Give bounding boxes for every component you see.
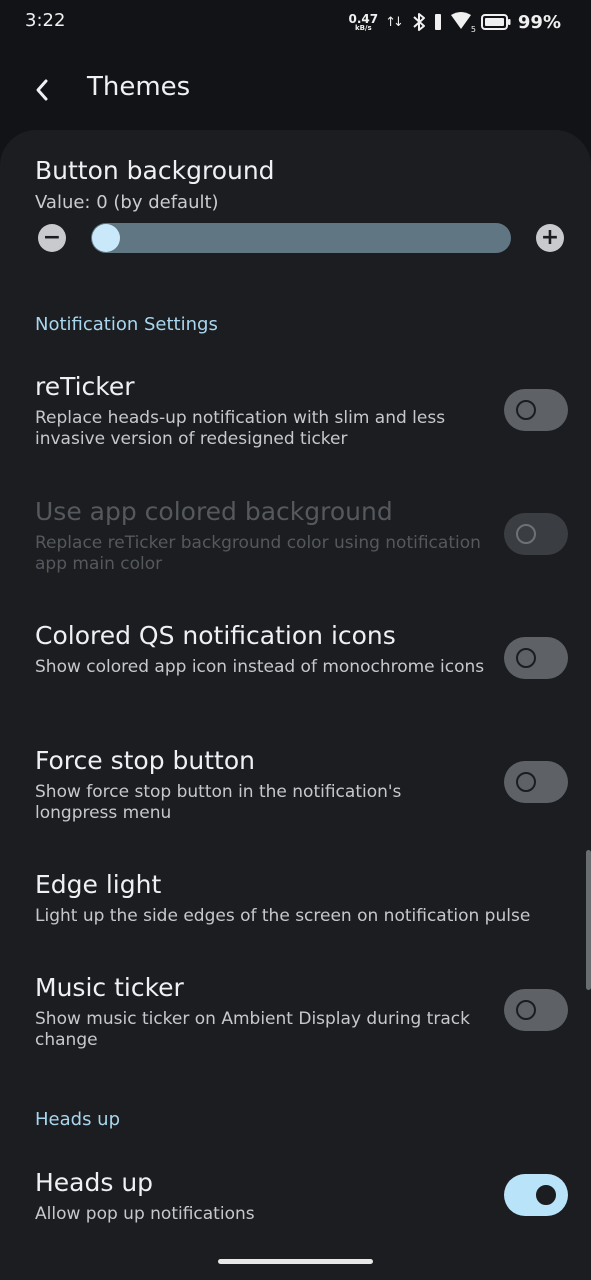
setting-description: Allow pop up notifications [35,1204,255,1224]
setting-edge-light[interactable]: Edge light Light up the side edges of th… [0,870,591,930]
status-icons: 0.47 kB/s ↑↓ 5 99% [349,8,562,36]
toggle-colored-qs-notification-icons[interactable] [504,637,568,679]
slider-value-text: Value: 0 (by default) [35,192,219,213]
signal-badge: 5 [470,25,476,34]
setting-heads-up[interactable]: Heads up Allow pop up notifications [0,1168,591,1228]
status-bar: 3:22 0.47 kB/s ↑↓ 5 99% [0,0,591,44]
toggle-knob [516,524,536,544]
bluetooth-icon [413,13,425,31]
setting-description: Show force stop button in the notificati… [35,782,402,823]
setting-title: Use app colored background [35,497,393,526]
toggle-use-app-colored-background [504,513,568,555]
cell-signal-icon [434,14,441,30]
setting-title: reTicker [35,372,135,401]
toggle-reticker[interactable] [504,389,568,431]
toggle-heads-up[interactable] [504,1174,568,1216]
network-speed-value: 0.47 [348,11,379,26]
setting-music-ticker[interactable]: Music ticker Show music ticker on Ambien… [0,973,591,1053]
data-activity-icon: ↑↓ [385,14,404,30]
setting-title: Heads up [35,1168,154,1197]
network-speed-unit: kB/s [354,23,372,32]
setting-description: Show colored app icon instead of monochr… [35,657,485,677]
setting-force-stop-button[interactable]: Force stop button Show force stop button… [0,746,591,826]
setting-title: Music ticker [35,973,184,1002]
button-background-slider[interactable] [91,223,511,253]
minus-icon: − [42,225,62,250]
battery-icon [480,14,511,30]
toggle-knob [516,1000,536,1020]
setting-description: Replace heads-up notification with slim … [35,408,446,449]
setting-title: Colored QS notification icons [35,621,396,650]
network-speed: 0.47 kB/s [349,13,379,32]
decrease-button[interactable]: − [38,224,66,252]
battery-percent: 99% [517,11,561,33]
chevron-left-icon [36,79,48,101]
gesture-nav-handle[interactable] [218,1259,373,1264]
setting-description: Light up the side edges of the screen on… [35,906,531,926]
setting-colored-qs-notification-icons[interactable]: Colored QS notification icons Show color… [0,621,591,701]
section-header-notification-settings: Notification Settings [35,314,218,335]
settings-panel: Button background Value: 0 (by default) … [0,130,591,1280]
setting-reticker[interactable]: reTicker Replace heads-up notification w… [0,372,591,452]
app-bar: Themes [0,60,591,120]
setting-use-app-colored-background: Use app colored background Replace reTic… [0,497,591,577]
setting-title: Edge light [35,870,162,899]
setting-title: Force stop button [35,746,255,775]
back-button[interactable] [24,70,60,110]
setting-description: Replace reTicker background color using … [35,533,481,574]
toggle-knob [516,400,536,420]
section-header-heads-up: Heads up [35,1109,120,1130]
increase-button[interactable]: + [536,224,564,252]
slider-title: Button background [35,156,275,185]
plus-icon: + [540,225,560,250]
toggle-force-stop-button[interactable] [504,761,568,803]
wifi-signal-icon: 5 [450,12,476,34]
setting-description: Show music ticker on Ambient Display dur… [35,1009,470,1050]
slider-thumb[interactable] [92,224,120,252]
page-title: Themes [87,72,191,102]
toggle-knob [516,648,536,668]
toggle-music-ticker[interactable] [504,989,568,1031]
status-time: 3:22 [25,10,66,31]
toggle-knob [516,772,536,792]
toggle-knob [536,1185,556,1205]
scrollbar[interactable] [586,850,591,990]
